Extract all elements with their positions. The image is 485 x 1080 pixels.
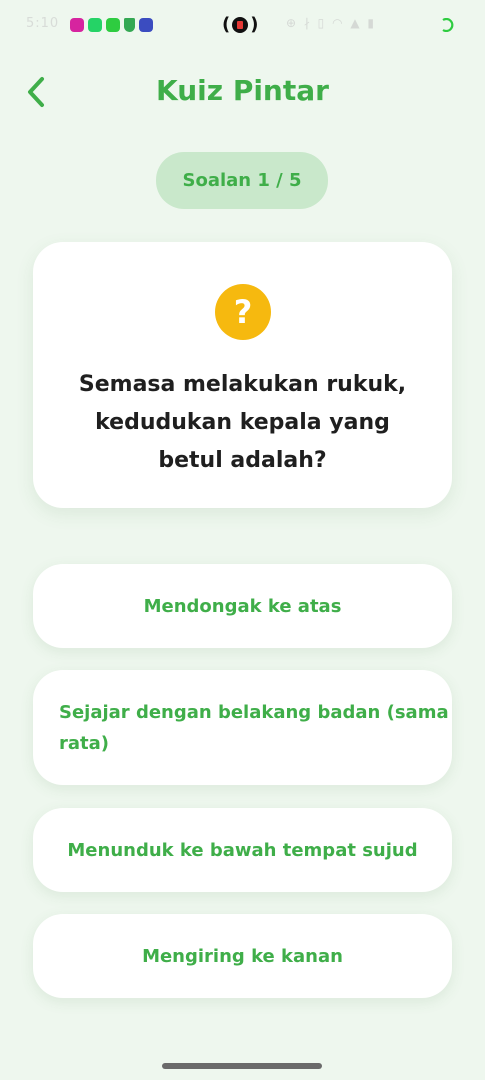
status-time: 5:10 [26,16,60,31]
answer-option-2[interactable]: Sejajar dengan belakang badan (sama rata… [33,670,452,785]
system-status-icons: ⊕ ∤ ▯ ◠ ▲ ▮ [286,16,377,30]
instagram-icon [70,18,84,32]
app-badge-icon [139,18,153,32]
answer-option-1[interactable]: Mendongak ke atas [33,564,452,648]
question-mark-icon: ? [215,284,271,340]
whatsapp-icon [88,18,102,32]
shield-icon [124,18,135,32]
answer-option-3[interactable]: Menunduk ke bawah tempat sujud [33,808,452,892]
question-card: ? Semasa melakukan rukuk, kedudukan kepa… [33,242,452,508]
notification-icons [70,18,153,32]
page-title: Kuiz Pintar [156,74,329,107]
status-bar: 5:10 () ⊕ ∤ ▯ ◠ ▲ ▮ [0,0,485,56]
header: Kuiz Pintar [0,62,485,122]
question-text: Semasa melakukan rukuk, kedudukan kepala… [78,372,407,473]
question-counter-badge: Soalan 1 / 5 [156,152,328,209]
call-indicator-icon: () [222,14,259,35]
battery-icon [442,18,454,32]
answer-option-4[interactable]: Mengiring ke kanan [33,914,452,998]
app-notification-icon [106,18,120,32]
home-indicator[interactable] [162,1063,322,1069]
